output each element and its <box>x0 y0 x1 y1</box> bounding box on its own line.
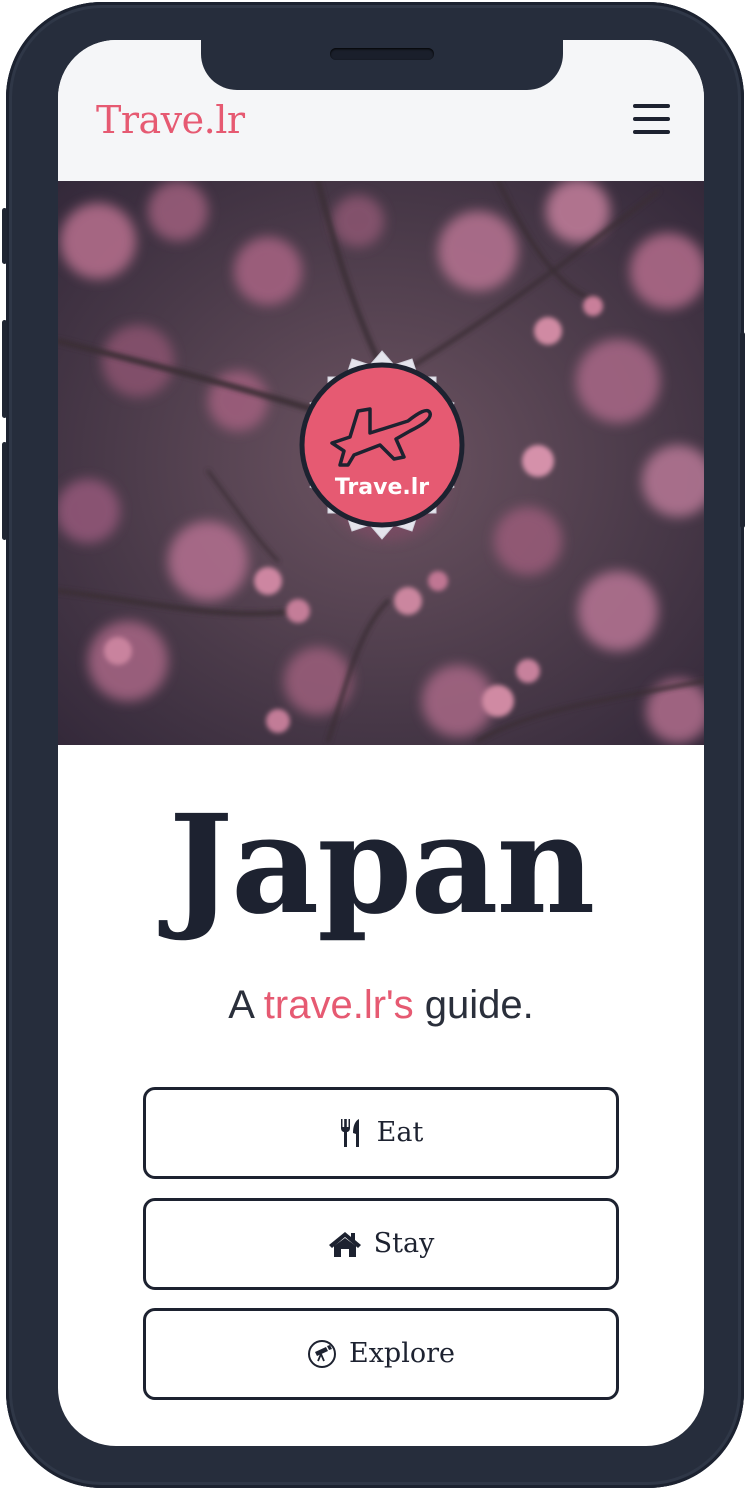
telescope-icon <box>307 1339 337 1369</box>
side-button-power <box>740 332 745 528</box>
hero-image: Trave.lr <box>58 181 704 745</box>
subtitle-prefix: A <box>228 983 264 1027</box>
hero-logo-text: Trave.lr <box>335 475 429 500</box>
fork-knife-icon <box>339 1118 365 1148</box>
phone-screen: Trave.lr Trave.lr Japan A trave.lr's gui… <box>58 40 704 1446</box>
stay-button[interactable]: Stay <box>143 1198 619 1290</box>
speaker-grille <box>330 48 434 60</box>
subtitle-suffix: guide. <box>413 983 534 1027</box>
explore-button-label: Explore <box>349 1338 455 1369</box>
brand-logo[interactable]: Trave.lr <box>96 96 245 144</box>
subtitle-accent: trave.lr's <box>263 983 414 1027</box>
eat-button-label: Eat <box>376 1117 424 1148</box>
page-subtitle: A trave.lr's guide. <box>58 978 704 1032</box>
eat-button[interactable]: Eat <box>143 1087 619 1179</box>
explore-button[interactable]: Explore <box>143 1308 619 1400</box>
stay-button-label: Stay <box>373 1228 435 1259</box>
phone-frame: Trave.lr Trave.lr Japan A trave.lr's gui… <box>2 2 745 1488</box>
home-icon <box>328 1230 362 1258</box>
side-button-volume-up <box>2 320 7 418</box>
side-button-volume-down <box>2 442 7 540</box>
side-button-mute <box>2 208 7 264</box>
hamburger-menu-icon[interactable] <box>632 102 672 136</box>
page-title: Japan <box>168 785 596 945</box>
notch <box>201 40 563 90</box>
